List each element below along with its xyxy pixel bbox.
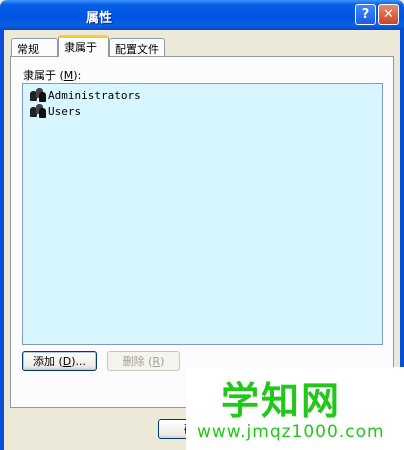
tab-profile[interactable]: 配置文件 — [109, 38, 165, 56]
close-button[interactable]: ✕ — [378, 4, 399, 25]
window-title: 属性 — [86, 11, 113, 26]
watermark-url: www.jmqz1000.com — [197, 422, 385, 442]
member-of-listbox[interactable]: Administrators Users — [22, 83, 383, 345]
help-button[interactable]: ? — [355, 4, 376, 25]
member-of-label: 隶属于 (M): — [23, 69, 82, 82]
tab-label: 隶属于 — [64, 41, 97, 54]
add-button[interactable]: 添加 (D)... — [22, 351, 97, 371]
list-item[interactable]: Administrators — [30, 87, 141, 103]
user-group-icon — [30, 103, 46, 119]
list-item-label: Users — [48, 104, 82, 118]
tab-label: 配置文件 — [115, 43, 159, 56]
tab-member-of[interactable]: 隶属于 — [58, 35, 109, 57]
tab-label: 常规 — [17, 43, 39, 56]
window-frame-left — [0, 30, 4, 450]
watermark: 学知网 www.jmqz1000.com — [186, 367, 404, 450]
remove-button[interactable]: 删除 (R) — [107, 351, 180, 371]
watermark-title: 学知网 — [221, 379, 342, 423]
tab-general[interactable]: 常规 — [11, 38, 58, 56]
user-group-icon — [30, 87, 46, 103]
close-icon: ✕ — [383, 7, 394, 22]
list-item-label: Administrators — [48, 88, 141, 102]
list-item[interactable]: Users — [30, 103, 81, 119]
title-bar[interactable]: 属性 ? ✕ — [0, 0, 404, 30]
help-icon: ? — [361, 7, 370, 22]
